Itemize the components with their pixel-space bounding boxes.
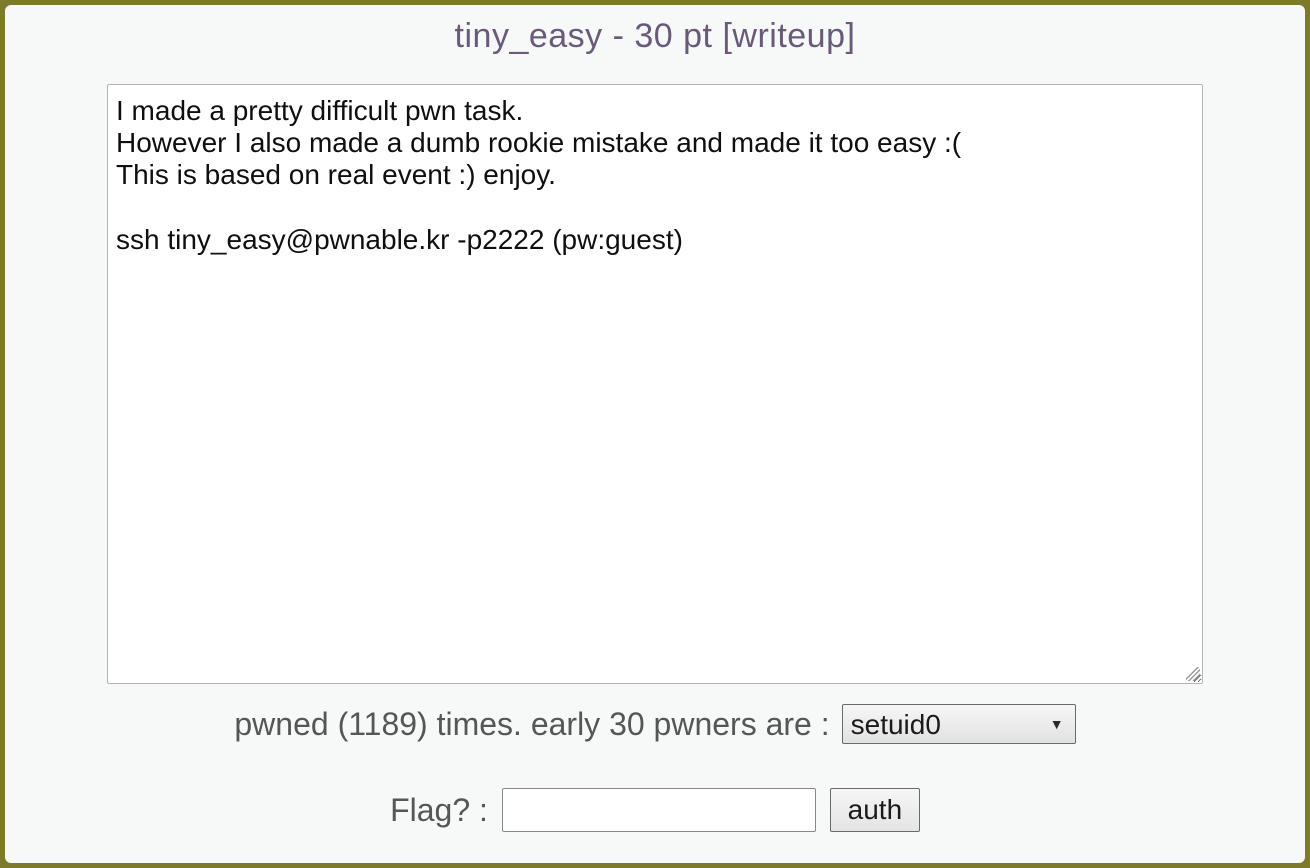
challenge-window: tiny_easy - 30 pt [writeup] I made a pre… bbox=[5, 5, 1305, 863]
pwn-stats-row: pwned (1189) times. early 30 pwners are … bbox=[15, 704, 1295, 744]
auth-button[interactable]: auth bbox=[830, 788, 920, 832]
flag-submit-row: Flag? : auth bbox=[15, 788, 1295, 832]
challenge-description[interactable]: I made a pretty difficult pwn task. Howe… bbox=[107, 84, 1203, 684]
pwn-stats-text: pwned (1189) times. early 30 pwners are … bbox=[234, 706, 829, 743]
flag-input[interactable] bbox=[502, 788, 816, 832]
pwner-select-wrap: setuid0 bbox=[842, 704, 1076, 744]
challenge-title: tiny_easy - 30 pt [writeup] bbox=[15, 17, 1295, 56]
flag-label: Flag? : bbox=[390, 792, 488, 829]
pwner-select[interactable]: setuid0 bbox=[842, 704, 1076, 744]
